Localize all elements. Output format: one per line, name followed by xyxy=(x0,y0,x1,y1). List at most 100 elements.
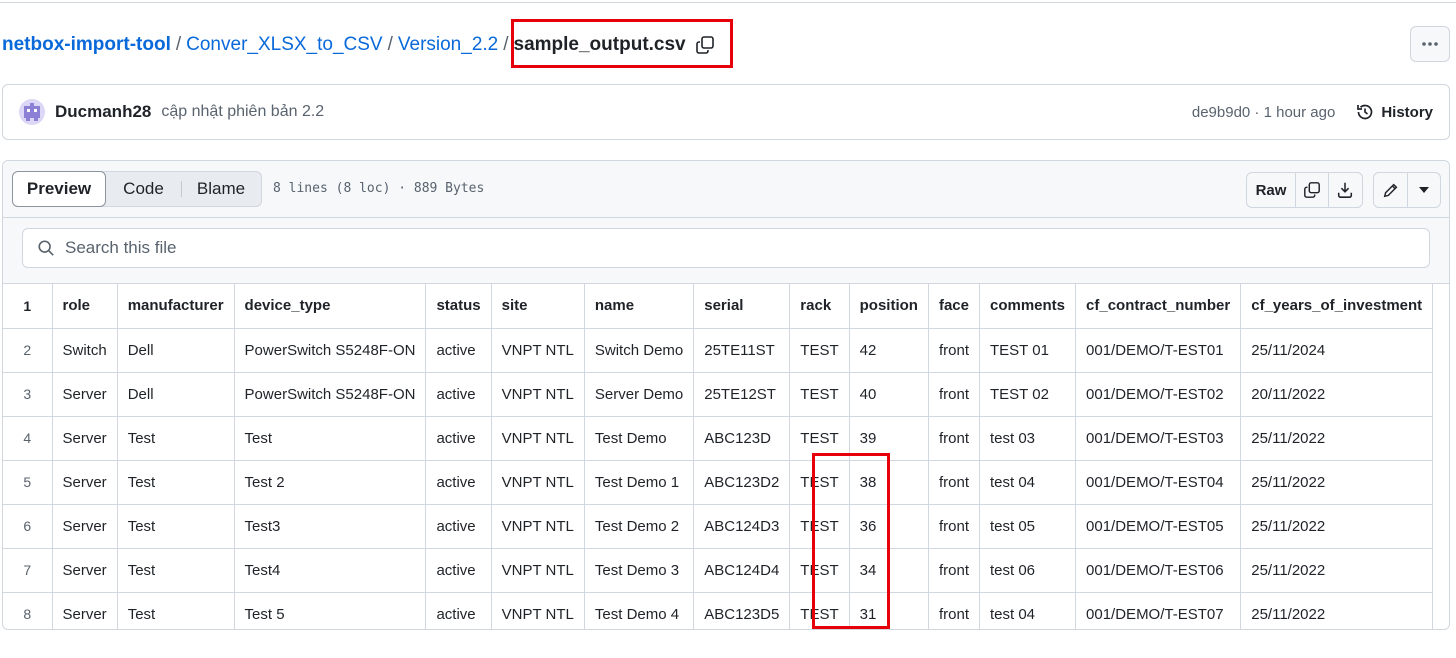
search-input[interactable] xyxy=(65,238,665,258)
table-cell: 42 xyxy=(848,327,929,373)
table-cell: 25/11/2022 xyxy=(1240,591,1434,629)
line-number: 1 xyxy=(3,284,53,329)
commit-sha-time[interactable]: de9b9d0 · 1 hour ago xyxy=(1192,104,1335,121)
history-icon xyxy=(1357,104,1373,120)
column-header-name: name xyxy=(583,284,695,329)
table-cell: Test xyxy=(116,547,235,593)
table-cell: Test 2 xyxy=(233,459,427,505)
line-number: 4 xyxy=(3,415,53,461)
highlight-box-filename xyxy=(511,19,733,68)
table-row: 5 Server Test Test 2 active VNPT NTL Test Demo… xyxy=(3,459,1434,505)
table-cell: PowerSwitch S5248F-ON xyxy=(233,371,427,417)
table-cell: front xyxy=(927,503,981,549)
breadcrumb-folder-link[interactable]: Conver_XLSX_to_CSV xyxy=(186,34,382,56)
breadcrumb-separator: / xyxy=(503,34,509,55)
edit-menu-button[interactable] xyxy=(1407,173,1440,207)
commit-author-link[interactable]: Ducmanh28 xyxy=(55,102,151,122)
breadcrumb-repo-link[interactable]: netbox-import-tool xyxy=(2,34,171,56)
triangle-down-icon xyxy=(1419,187,1429,193)
table-cell: 20/11/2022 xyxy=(1240,371,1434,417)
table-cell: ABC124D3 xyxy=(693,503,791,549)
table-cell: Test4 xyxy=(233,547,427,593)
table-cell: TEST 02 xyxy=(978,371,1077,417)
column-header-status: status xyxy=(425,284,492,329)
line-number: 8 xyxy=(3,591,53,629)
table-cell: front xyxy=(927,459,981,505)
table-cell: Dell xyxy=(116,327,235,373)
table-cell: Test Demo 1 xyxy=(583,459,695,505)
table-cell: Test3 xyxy=(233,503,427,549)
table-row: 3 Server Dell PowerSwitch S5248F-ON active VN… xyxy=(3,371,1434,417)
commit-message-link[interactable]: cập nhật phiên bản 2.2 xyxy=(161,103,324,121)
table-cell: TEST xyxy=(789,591,850,629)
table-cell: 25/11/2024 xyxy=(1240,327,1434,373)
table-cell: Server Demo xyxy=(583,371,695,417)
tab-preview[interactable]: Preview xyxy=(12,171,106,207)
table-cell: 25TE12ST xyxy=(693,371,791,417)
table-cell: VNPT NTL xyxy=(490,503,585,549)
table-cell: VNPT NTL xyxy=(490,371,585,417)
csv-table: 1 role manufacturer device_type status site na… xyxy=(3,284,1434,629)
column-header-comments: comments xyxy=(978,284,1077,329)
table-cell: TEST xyxy=(789,503,850,549)
table-cell: active xyxy=(425,591,492,629)
tab-blame[interactable]: Blame xyxy=(182,172,260,206)
download-button[interactable] xyxy=(1328,173,1361,207)
table-cell: active xyxy=(425,547,492,593)
view-mode-toggle: Preview Code Blame xyxy=(12,171,262,207)
table-cell: 31 xyxy=(848,591,929,629)
table-cell: Switch xyxy=(51,327,118,373)
top-divider xyxy=(0,0,1456,3)
table-cell: active xyxy=(425,503,492,549)
history-button[interactable]: History xyxy=(1355,102,1433,122)
table-cell: VNPT NTL xyxy=(490,547,585,593)
table-cell: Test xyxy=(233,415,427,461)
table-cell: VNPT NTL xyxy=(490,459,585,505)
table-cell: active xyxy=(425,327,492,373)
table-cell: Dell xyxy=(116,371,235,417)
edit-button[interactable] xyxy=(1374,173,1407,207)
table-row: 2 Switch Dell PowerSwitch S5248F-ON active VN… xyxy=(3,327,1434,373)
file-header: Preview Code Blame 8 lines (8 loc) · 889… xyxy=(3,161,1449,218)
table-cell: 38 xyxy=(848,459,929,505)
breadcrumb-separator: / xyxy=(387,34,393,55)
line-number: 6 xyxy=(3,503,53,549)
column-header-face: face xyxy=(927,284,981,329)
table-cell: ABC123D xyxy=(693,415,791,461)
table-cell: Test Demo 2 xyxy=(583,503,695,549)
table-row: 6 Server Test Test3 active VNPT NTL Test Demo … xyxy=(3,503,1434,549)
more-options-button[interactable] xyxy=(1410,26,1450,62)
column-header-serial: serial xyxy=(693,284,791,329)
table-cell: ABC123D5 xyxy=(693,591,791,629)
table-row: 7 Server Test Test4 active VNPT NTL Test Demo … xyxy=(3,547,1434,593)
table-cell: 25/11/2022 xyxy=(1240,415,1434,461)
table-cell: 001/DEMO/T-EST01 xyxy=(1075,327,1242,373)
copy-raw-button[interactable] xyxy=(1295,173,1328,207)
raw-button[interactable]: Raw xyxy=(1247,173,1295,207)
table-cell: front xyxy=(927,371,981,417)
table-row: 4 Server Test Test active VNPT NTL Test Demo AB… xyxy=(3,415,1434,461)
column-header-role: role xyxy=(51,284,118,329)
table-cell: VNPT NTL xyxy=(490,415,585,461)
table-cell: Test Demo 4 xyxy=(583,591,695,629)
raw-actions-group: Raw xyxy=(1246,172,1363,208)
table-cell: active xyxy=(425,415,492,461)
table-cell: Server xyxy=(51,503,118,549)
tab-code[interactable]: Code xyxy=(106,172,181,206)
kebab-icon xyxy=(1422,42,1438,46)
download-icon xyxy=(1337,182,1353,198)
table-cell: 25/11/2022 xyxy=(1240,459,1434,505)
table-cell: Test Demo xyxy=(583,415,695,461)
commit-meta: de9b9d0 · 1 hour ago History xyxy=(1192,102,1433,122)
table-cell: Test xyxy=(116,415,235,461)
breadcrumb-subfolder-link[interactable]: Version_2.2 xyxy=(398,34,498,56)
avatar[interactable] xyxy=(19,99,45,125)
table-cell: 001/DEMO/T-EST03 xyxy=(1075,415,1242,461)
table-cell: 001/DEMO/T-EST06 xyxy=(1075,547,1242,593)
table-cell: Server xyxy=(51,591,118,629)
table-cell: VNPT NTL xyxy=(490,591,585,629)
table-cell: 25TE11ST xyxy=(693,327,791,373)
table-cell: test 04 xyxy=(978,459,1077,505)
table-cell: Test xyxy=(116,591,235,629)
table-cell: test 05 xyxy=(978,503,1077,549)
